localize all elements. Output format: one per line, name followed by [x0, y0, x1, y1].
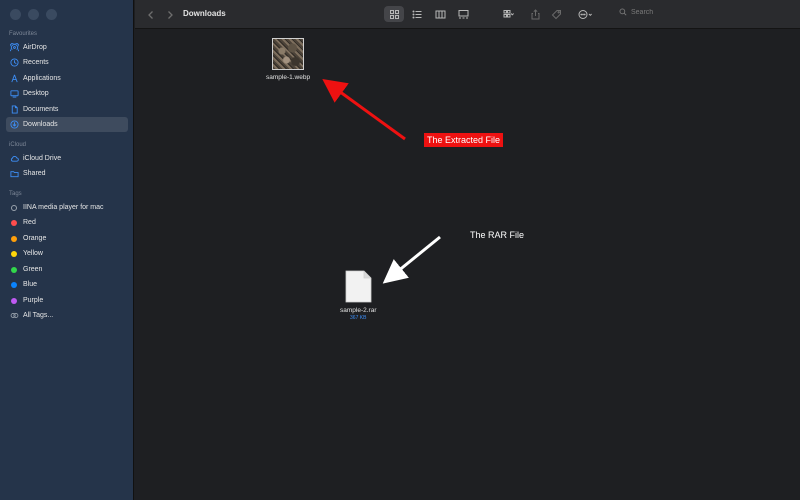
image-thumbnail	[272, 38, 305, 70]
sidebar-item-label: All Tags...	[23, 312, 54, 319]
shared-folder-icon	[9, 169, 19, 179]
purple-tag-dot-icon	[11, 297, 17, 304]
desktop-icon	[9, 89, 19, 99]
sidebar-tag-yellow[interactable]: Yellow	[6, 246, 128, 261]
sidebar-tag-purple[interactable]: Purple	[6, 293, 128, 308]
file-name: sample-1.webp	[266, 74, 311, 81]
share-button[interactable]	[527, 6, 543, 22]
sidebar-item-label: Applications	[23, 75, 61, 82]
file-name: sample-2.rar	[340, 307, 377, 314]
cloud-icon	[9, 154, 19, 164]
yellow-tag-dot-icon	[11, 250, 17, 257]
column-view-button[interactable]	[430, 6, 450, 22]
sidebar-tag-orange[interactable]: Orange	[6, 231, 128, 246]
sidebar: Favourites AirDrop Recents Applications …	[0, 0, 134, 500]
tag-ring-icon	[11, 204, 17, 211]
file-size: 367 KB	[350, 315, 367, 321]
sidebar-item-all-tags[interactable]: All Tags...	[6, 308, 128, 323]
gallery-view-button[interactable]	[453, 6, 473, 22]
applications-icon	[9, 74, 19, 84]
list-icon	[412, 10, 421, 18]
green-tag-dot-icon	[11, 266, 17, 273]
sidebar-item-label: Shared	[23, 170, 46, 177]
sidebar-tag-iina[interactable]: IINA media player for mac	[6, 200, 128, 215]
search-field[interactable]	[619, 8, 691, 16]
tag-icon	[551, 9, 561, 19]
grid-icon	[389, 9, 399, 19]
toolbar: Downloads	[135, 0, 800, 29]
sidebar-tag-green[interactable]: Green	[6, 262, 128, 277]
airdrop-icon	[9, 43, 19, 53]
tags-button[interactable]	[548, 6, 564, 22]
sidebar-item-label: Blue	[23, 281, 38, 288]
chevron-left-icon	[148, 11, 153, 19]
extracted-file-callout: The Extracted File	[424, 133, 504, 147]
clock-icon	[9, 58, 19, 68]
zoom-window-button[interactable]	[46, 9, 57, 20]
sidebar-item-label: Desktop	[23, 90, 49, 97]
group-grid-icon	[503, 9, 514, 17]
sidebar-item-label: Yellow	[23, 250, 43, 257]
sidebar-item-label: AirDrop	[23, 44, 47, 51]
icloud-header: iCloud	[9, 142, 27, 148]
sidebar-item-desktop[interactable]: Desktop	[6, 86, 128, 101]
sidebar-tag-blue[interactable]: Blue	[6, 277, 128, 292]
file-item-webp[interactable]: sample-1.webp	[266, 38, 310, 81]
sidebar-item-recents[interactable]: Recents	[6, 55, 128, 70]
columns-icon	[435, 10, 445, 18]
blue-tag-dot-icon	[11, 281, 17, 288]
orange-tag-dot-icon	[11, 235, 17, 242]
rar-file-callout: The RAR File	[470, 230, 525, 240]
all-tags-icon	[9, 311, 19, 321]
more-actions-button[interactable]	[573, 6, 597, 22]
sidebar-item-icloud-drive[interactable]: iCloud Drive	[6, 151, 128, 166]
sidebar-item-label: Purple	[23, 297, 44, 304]
share-icon	[531, 8, 539, 19]
sidebar-item-label: Red	[23, 219, 36, 226]
sidebar-item-airdrop[interactable]: AirDrop	[6, 40, 128, 55]
list-view-button[interactable]	[407, 6, 427, 22]
sidebar-item-label: Downloads	[23, 121, 58, 128]
favourites-header: Favourites	[9, 31, 38, 37]
forward-button[interactable]	[164, 8, 176, 20]
sidebar-item-documents[interactable]: Documents	[6, 102, 128, 117]
red-tag-dot-icon	[11, 219, 17, 226]
download-icon	[9, 120, 19, 130]
sidebar-item-downloads[interactable]: Downloads	[6, 117, 128, 132]
file-item-rar[interactable]: sample-2.rar 367 KB	[340, 270, 376, 321]
document-file-icon	[345, 270, 372, 303]
sidebar-item-label: Orange	[23, 235, 47, 242]
close-window-button[interactable]	[10, 9, 21, 20]
window-title: Downloads	[183, 9, 226, 18]
search-input[interactable]	[631, 8, 691, 16]
sidebar-item-label: Recents	[23, 59, 49, 66]
icon-view-button[interactable]	[384, 6, 404, 22]
sidebar-item-shared[interactable]: Shared	[6, 166, 128, 181]
gallery-icon	[458, 9, 468, 18]
file-browser-area[interactable]: sample-1.webp sample-2.rar 367 KB	[135, 30, 800, 500]
window-controls	[10, 9, 57, 20]
group-by-button[interactable]	[497, 6, 519, 22]
sidebar-item-label: iCloud Drive	[23, 155, 62, 162]
minimize-window-button[interactable]	[28, 9, 39, 20]
sidebar-item-applications[interactable]: Applications	[6, 71, 128, 86]
back-button[interactable]	[145, 8, 157, 20]
tags-header: Tags	[9, 191, 22, 197]
sidebar-item-label: Documents	[23, 106, 59, 113]
sidebar-item-label: Green	[23, 266, 43, 273]
document-icon	[9, 105, 19, 115]
chevron-right-icon	[168, 11, 173, 19]
search-icon	[619, 8, 627, 16]
sidebar-item-label: IINA media player for mac	[23, 204, 104, 211]
ellipsis-circle-icon	[578, 9, 592, 19]
sidebar-tag-red[interactable]: Red	[6, 215, 128, 230]
